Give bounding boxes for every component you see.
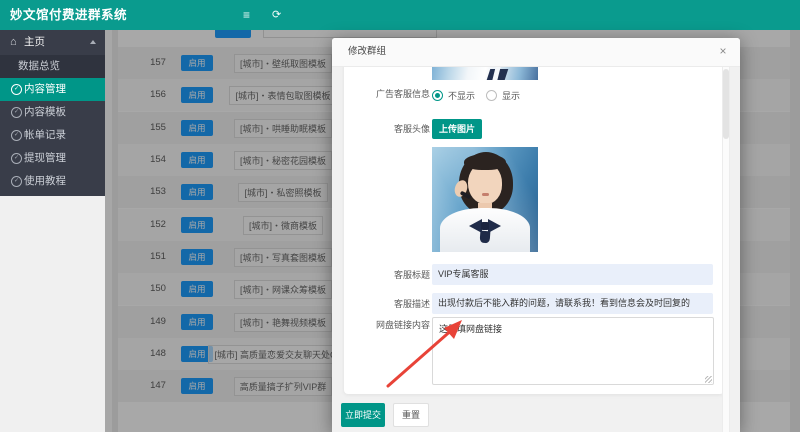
service-avatar-photo	[432, 147, 538, 252]
refresh-icon[interactable]: ⟳	[272, 0, 281, 30]
sidebar-item-home[interactable]: ⌂ 主页	[0, 30, 105, 55]
modal-title: 修改群组	[332, 38, 740, 67]
app-title: 妙文馆付费进群系统	[10, 0, 127, 30]
netdisk-label: 网盘链接内容	[368, 319, 430, 332]
sidebar-item-content-manage[interactable]: ✓ 内容管理	[0, 78, 105, 101]
radio-hide[interactable]: 不显示	[432, 89, 475, 102]
circle-check-icon: ✓	[11, 130, 22, 141]
photo-bangs	[464, 154, 506, 170]
circle-check-icon: ✓	[11, 107, 22, 118]
sidebar-item-label: 内容管理	[24, 83, 66, 95]
close-icon[interactable]: ×	[716, 45, 730, 59]
sidebar-item-tutorial[interactable]: ✓ 使用教程	[0, 170, 105, 193]
sidebar-item-label: 提现管理	[24, 152, 66, 164]
sidebar: ⌂ 主页 数据总览 ✓ 内容管理 ✓ 内容模板 ✓ 帐单记录 ✓ 提现管理 ✓ …	[0, 30, 105, 196]
service-title-label: 客服标题	[368, 269, 430, 282]
sidebar-item-label: 内容模板	[24, 106, 66, 118]
radio-selected-icon	[432, 90, 443, 101]
avatar-label: 客服头像	[368, 123, 430, 136]
radio-label: 显示	[502, 89, 520, 102]
sidebar-item-data-overview[interactable]: 数据总览	[0, 55, 105, 78]
ad-image-preview-partial	[432, 67, 538, 80]
header-bar: 妙文馆付费进群系统 ≡ ⟳	[0, 0, 800, 30]
netdisk-textarea[interactable]: 这里填网盘链接	[432, 317, 714, 385]
photo-bow-knot	[481, 222, 489, 230]
sidebar-item-label: 主页	[24, 36, 45, 48]
circle-check-icon: ✓	[11, 153, 22, 164]
service-desc-input[interactable]: 出现付款后不能入群的问题，请联系我！看到信息会及时回复的	[432, 293, 713, 314]
circle-check-icon: ✓	[11, 176, 22, 187]
modal-body: 广告客服信息 不显示 显示 客服头像 上传图片 客服标题	[332, 67, 740, 432]
radio-show[interactable]: 显示	[486, 89, 520, 102]
ad-info-label: 广告客服信息	[368, 88, 430, 101]
radio-unselected-icon	[486, 90, 497, 101]
collapse-arrow-icon	[90, 40, 96, 44]
circle-check-icon: ✓	[11, 84, 22, 95]
reset-button[interactable]: 重置	[393, 403, 429, 427]
home-icon: ⌂	[10, 30, 17, 55]
service-title-input[interactable]: VIP专属客服	[432, 264, 713, 285]
scrollbar-thumb[interactable]	[723, 69, 729, 139]
sidebar-item-content-template[interactable]: ✓ 内容模板	[0, 101, 105, 124]
sidebar-item-label: 帐单记录	[24, 129, 66, 141]
modal-scrollbar	[722, 67, 730, 432]
service-desc-label: 客服描述	[368, 298, 430, 311]
menu-icon[interactable]: ≡	[243, 0, 250, 30]
modify-group-modal: 修改群组 × 广告客服信息 不显示 显示 客服头像 上传图片	[332, 38, 740, 432]
photo-bow-tail	[480, 231, 491, 244]
radio-label: 不显示	[448, 89, 475, 102]
sidebar-item-label: 数据总览	[18, 60, 60, 72]
sidebar-item-bill-records[interactable]: ✓ 帐单记录	[0, 124, 105, 147]
upload-image-button[interactable]: 上传图片	[432, 119, 482, 139]
submit-button[interactable]: 立即提交	[341, 403, 385, 427]
sidebar-item-withdraw-manage[interactable]: ✓ 提现管理	[0, 147, 105, 170]
sidebar-item-label: 使用教程	[24, 175, 66, 187]
photo-mouth	[482, 193, 489, 196]
